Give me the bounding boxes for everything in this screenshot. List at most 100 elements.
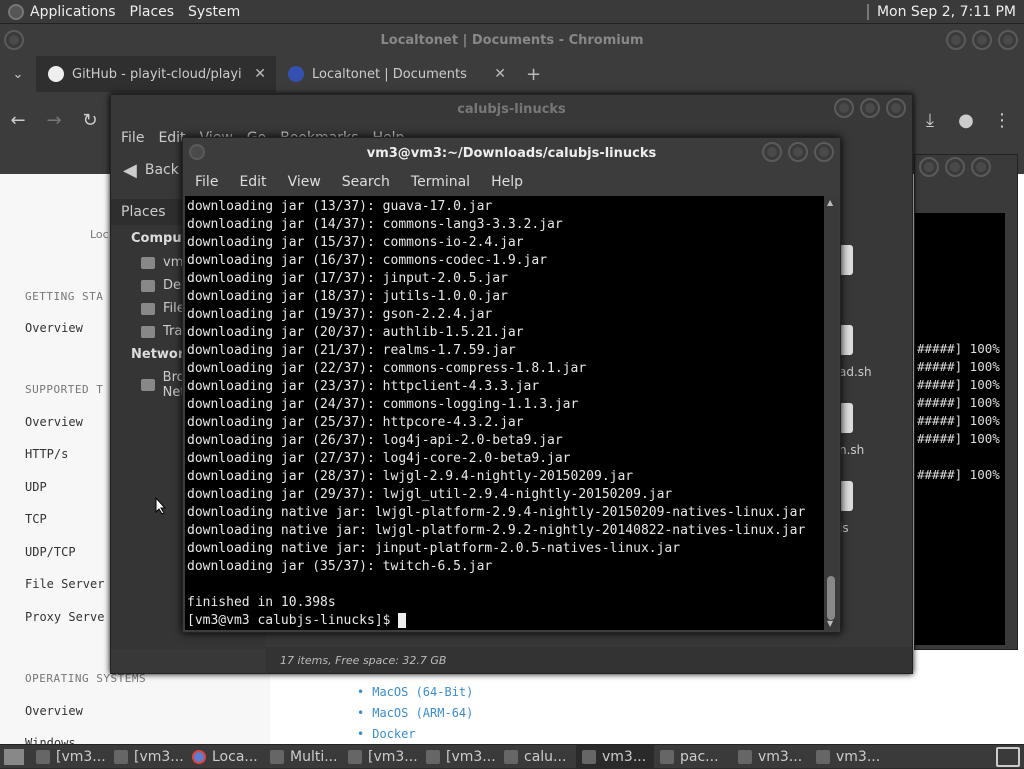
minimize-icon[interactable]: [946, 30, 966, 50]
distro-logo-icon[interactable]: [8, 3, 24, 20]
file-icon[interactable]: [839, 325, 853, 355]
window-menu-icon[interactable]: [189, 144, 205, 160]
terminal-line: downloading jar (26/37): log4j-api-2.0-b…: [187, 433, 563, 448]
tab-close-icon[interactable]: ✕: [254, 66, 266, 82]
clock[interactable]: Mon Sep 2, 7:11 PM: [859, 0, 1024, 24]
menu-applications[interactable]: Applications: [30, 4, 116, 20]
scrollbar-thumb[interactable]: [827, 576, 835, 620]
chromium-titlebar[interactable]: Localtonet | Documents - Chromium: [0, 24, 1024, 56]
close-icon[interactable]: [998, 30, 1018, 50]
nav-link-udp-tcp[interactable]: UDP/TCP: [25, 545, 76, 559]
nav-link-tcp[interactable]: TCP: [25, 512, 47, 526]
tab-localtonet[interactable]: Localtonet | Documents ✕: [276, 56, 516, 92]
taskbar-item[interactable]: Multi...: [264, 745, 342, 769]
terminal-screen[interactable]: downloading jar (13/37): guava-17.0.jar …: [185, 196, 825, 630]
file-label[interactable]: n.sh: [839, 443, 864, 457]
maximize-icon[interactable]: [788, 142, 808, 162]
workspace-switcher-icon[interactable]: [996, 747, 1020, 767]
site-logo-text[interactable]: Loc: [90, 228, 109, 241]
drive-icon: [141, 302, 155, 315]
close-icon[interactable]: [971, 157, 991, 177]
taskbar-item[interactable]: [vm3...: [420, 745, 498, 769]
folder-icon[interactable]: [839, 245, 853, 275]
terminal-menubar: File Edit View Search Terminal Help: [183, 168, 840, 196]
show-desktop-icon[interactable]: [4, 748, 24, 765]
term-menu-search[interactable]: Search: [342, 174, 390, 190]
background-terminal-window[interactable]: #####] 100% #####] 100% #####] 100% ####…: [914, 154, 1018, 650]
menu-system[interactable]: System: [188, 4, 240, 20]
forward-arrow-icon[interactable]: →: [36, 110, 72, 131]
term-menu-help[interactable]: Help: [491, 174, 523, 190]
back-arrow-icon[interactable]: ◀: [123, 160, 137, 181]
profile-icon[interactable]: ●: [948, 110, 984, 131]
clock-text: Mon Sep 2, 7:11 PM: [876, 4, 1016, 20]
terminal-line: downloading jar (21/37): realms-1.7.59.j…: [187, 343, 516, 358]
window-menu-icon[interactable]: [4, 30, 24, 50]
terminal-scrollbar[interactable]: ▲ ▼: [824, 196, 838, 630]
nav-link-udp[interactable]: UDP: [25, 480, 47, 494]
taskbar-item[interactable]: [vm3...: [108, 745, 186, 769]
term-menu-edit[interactable]: Edit: [239, 174, 266, 190]
maximize-icon[interactable]: [860, 98, 880, 118]
menu-places[interactable]: Places: [130, 4, 175, 20]
maximize-icon[interactable]: [972, 30, 992, 50]
tab-search-chevron-icon[interactable]: ⌄: [0, 67, 36, 82]
taskbar-item-label: [vm3...: [446, 748, 496, 765]
terminal-prompt: [vm3@vm3 calubjs-linucks]$: [187, 613, 399, 628]
nav-link-file-server[interactable]: File Server: [25, 577, 104, 591]
fm-menu-file[interactable]: File: [121, 130, 144, 146]
taskbar-item[interactable]: Loca...: [186, 745, 264, 769]
term-menu-file[interactable]: File: [195, 174, 218, 190]
file-icon[interactable]: [839, 403, 853, 433]
minimize-icon[interactable]: [919, 157, 939, 177]
download-icon[interactable]: ⤓: [912, 110, 948, 131]
new-tab-button[interactable]: +: [526, 64, 541, 85]
file-label[interactable]: ad.sh: [839, 365, 872, 379]
close-icon[interactable]: [886, 98, 906, 118]
folder-icon: [504, 749, 518, 764]
chromium-menu-icon[interactable]: ⋮: [984, 110, 1020, 131]
terminal-line: downloading native jar: jinput-platform-…: [187, 541, 681, 556]
nav-link-overview[interactable]: Overview: [25, 704, 83, 718]
taskbar-item-active[interactable]: vm3...: [576, 744, 654, 769]
terminal-prompt-line[interactable]: [vm3@vm3 calubjs-linucks]$: [187, 612, 825, 630]
terminal-icon: [348, 749, 362, 764]
file-icon[interactable]: [839, 481, 853, 511]
taskbar-item[interactable]: vm3...: [810, 745, 888, 769]
os-link-docker[interactable]: • Docker: [357, 727, 416, 741]
taskbar-item[interactable]: pac...: [654, 745, 732, 769]
os-link-macos-arm[interactable]: • MacOS (ARM-64): [357, 706, 473, 720]
scroll-down-icon[interactable]: ▼: [827, 619, 833, 628]
taskbar-item[interactable]: [vm3...: [342, 745, 420, 769]
terminal-title: vm3@vm3:~/Downloads/calubjs-linucks: [366, 145, 657, 161]
reload-icon[interactable]: ↻: [72, 110, 108, 131]
scroll-up-icon[interactable]: ▲: [827, 198, 833, 207]
os-link-macos-64[interactable]: • MacOS (64-Bit): [357, 685, 473, 699]
minimize-icon[interactable]: [762, 142, 782, 162]
tab-github[interactable]: GitHub - playit-cloud/playit- ✕: [36, 56, 276, 92]
terminal-icon: [36, 749, 50, 764]
terminal-icon: [738, 749, 752, 764]
nav-link-http[interactable]: HTTP/s: [25, 447, 68, 461]
maximize-icon[interactable]: [945, 157, 965, 177]
nav-link-overview[interactable]: Overview: [25, 415, 83, 429]
tab-close-icon[interactable]: ✕: [494, 66, 506, 82]
nav-link-proxy-server[interactable]: Proxy Serve: [25, 610, 104, 624]
fm-back-button[interactable]: Back: [145, 162, 179, 178]
taskbar-item[interactable]: [vm3...: [30, 745, 108, 769]
terminal-titlebar[interactable]: vm3@vm3:~/Downloads/calubjs-linucks: [183, 138, 840, 168]
terminal-icon: [816, 749, 830, 764]
term-menu-terminal[interactable]: Terminal: [411, 174, 470, 190]
close-icon[interactable]: [814, 142, 834, 162]
file-manager-title: calubjs-linucks: [457, 101, 566, 117]
file-manager-titlebar[interactable]: calubjs-linucks: [111, 95, 912, 123]
taskbar-item[interactable]: vm3...: [732, 745, 810, 769]
background-terminal-screen[interactable]: #####] 100% #####] 100% #####] 100% ####…: [915, 213, 1005, 645]
term-menu-view[interactable]: View: [288, 174, 321, 190]
terminal-line: #####] 100%: [917, 413, 1000, 428]
back-arrow-icon[interactable]: ←: [0, 110, 36, 131]
localtonet-icon: [288, 66, 304, 82]
nav-link-overview[interactable]: Overview: [25, 321, 83, 335]
taskbar-item[interactable]: calu...: [498, 745, 576, 769]
minimize-icon[interactable]: [834, 98, 854, 118]
